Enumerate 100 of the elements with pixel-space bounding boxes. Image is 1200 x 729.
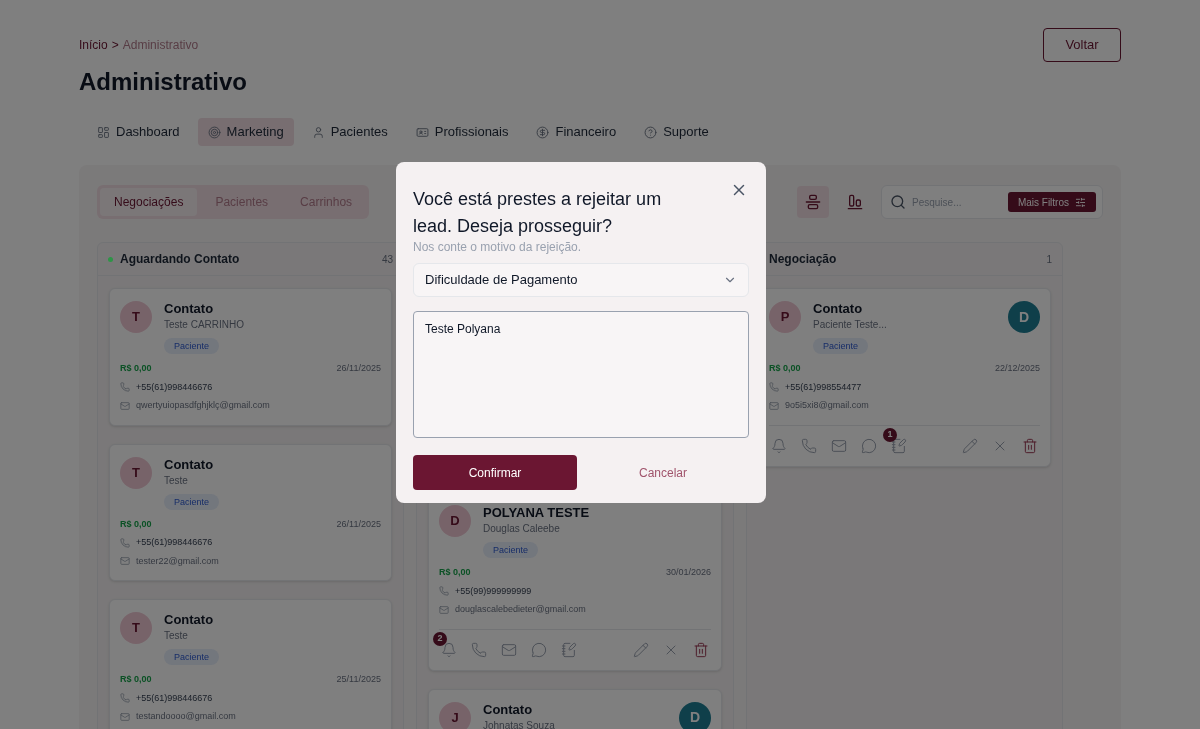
- lead-title: Contato: [164, 456, 214, 473]
- lead-card[interactable]: T Contato Teste Paciente R$ 0,00 26/11/2025 +55(61)998446676 tester22@gmail.com: [109, 443, 392, 581]
- avatar: T: [120, 301, 152, 333]
- lead-name: Teste: [164, 473, 188, 488]
- phone-icon: [120, 693, 130, 704]
- avatar: J: [439, 701, 471, 729]
- email-address: testandoooo@gmail.com: [136, 710, 236, 723]
- phone-icon: [769, 382, 779, 393]
- nav-tab[interactable]: Marketing: [197, 118, 294, 146]
- avatar: D: [439, 505, 471, 537]
- mail-icon: [439, 604, 449, 615]
- assignee-avatar: D: [1008, 301, 1040, 333]
- chat-icon[interactable]: [861, 437, 877, 454]
- breadcrumb-link[interactable]: Início: [79, 36, 108, 54]
- nav-tab[interactable]: Profissionais: [405, 118, 519, 146]
- comment-field[interactable]: Teste Polyana: [413, 311, 749, 438]
- lead-title: Contato: [164, 301, 214, 317]
- cancel-button[interactable]: Cancelar: [633, 459, 693, 486]
- column-count: 43: [381, 252, 393, 267]
- column-title: Negociação: [769, 251, 837, 268]
- dialog-subtitle: Nos conte o motivo da rejeição.: [413, 240, 583, 254]
- email-address: douglascalebedieter@gmail.com: [455, 603, 586, 616]
- phone-number: +55(61)998446676: [136, 536, 213, 549]
- stacked-view-icon: [805, 194, 821, 210]
- lead-title: Contato: [813, 301, 863, 317]
- page-title: Administrativo: [79, 67, 249, 97]
- deal-value: R$ 0,00: [439, 566, 471, 579]
- patient-tag: Paciente: [164, 493, 220, 510]
- lead-title: POLYANA TESTE: [483, 505, 590, 521]
- phone-icon: [120, 537, 130, 548]
- phone-icon[interactable]: [801, 437, 817, 454]
- email-address: tester22@gmail.com: [136, 554, 219, 568]
- dashboard-icon: [97, 125, 110, 139]
- phone-number: +55(99)999999999: [455, 584, 532, 598]
- avatar: P: [769, 301, 801, 333]
- deal-date: 26/11/2025: [336, 517, 381, 531]
- lead-name: Teste: [164, 629, 188, 643]
- deal-value: R$ 0,00: [120, 362, 152, 375]
- trash-icon[interactable]: [693, 641, 709, 658]
- email-address: qwertyuiopasdfghjklç@gmail.com: [136, 399, 270, 412]
- bell-icon[interactable]: [441, 641, 457, 658]
- nav-tab[interactable]: Pacientes: [301, 118, 398, 146]
- phone-icon[interactable]: [471, 641, 487, 658]
- avatar: T: [120, 456, 152, 489]
- phone-icon: [120, 382, 130, 393]
- sliders-icon: [1075, 196, 1086, 208]
- patient-tag: Paciente: [483, 542, 539, 558]
- mail-icon: [769, 400, 779, 411]
- search-icon: [890, 194, 906, 210]
- mail-icon: [120, 556, 130, 567]
- lead-card[interactable]: T Contato Teste Paciente R$ 0,00 25/11/2025 +55(61)998446676 testandoooo@gmail.com: [109, 599, 392, 729]
- notes-icon[interactable]: [891, 437, 907, 454]
- edit-icon[interactable]: [633, 641, 649, 658]
- patient-tag: Paciente: [813, 338, 869, 354]
- mail-icon[interactable]: [831, 437, 847, 454]
- edit-icon[interactable]: [962, 437, 978, 454]
- lead-name: Teste CARRINHO: [164, 318, 244, 332]
- deal-date: 22/12/2025: [994, 362, 1040, 375]
- avatar: T: [120, 612, 152, 644]
- nav-tab[interactable]: Financeiro: [526, 118, 627, 146]
- confirm-button[interactable]: Confirmar: [413, 455, 577, 490]
- deal-value: R$ 0,00: [120, 673, 152, 686]
- breadcrumb-link[interactable]: Administrativo: [122, 36, 199, 54]
- mail-icon[interactable]: [501, 641, 517, 658]
- dollar-icon: [536, 125, 550, 139]
- deal-date: 26/11/2025: [336, 362, 381, 375]
- more-filters-button[interactable]: Mais Filtros: [1007, 192, 1096, 212]
- target-icon: [207, 125, 221, 139]
- back-button[interactable]: Voltar: [1043, 28, 1121, 62]
- phone-icon: [439, 586, 449, 597]
- nav-tab[interactable]: Suporte: [634, 118, 719, 146]
- mail-icon: [120, 711, 130, 722]
- trash-icon[interactable]: [1022, 437, 1038, 454]
- email-address: 9o5i5xi8@gmail.com: [785, 399, 869, 412]
- nav-tab[interactable]: Dashboard: [87, 118, 190, 146]
- patient-tag: Paciente: [164, 338, 220, 354]
- lead-name: Douglas Caleebe: [483, 522, 560, 536]
- deal-value: R$ 0,00: [120, 517, 152, 531]
- lead-title: Contato: [483, 701, 533, 718]
- user-icon: [311, 125, 325, 139]
- column-count: 1: [1046, 252, 1052, 267]
- dialog-title: Você está prestes a rejeitar um lead. Deseja prosseguir?: [413, 188, 663, 238]
- deal-value: R$ 0,00: [769, 362, 801, 375]
- lead-card[interactable]: J Contato Johnatas Souza D: [428, 688, 722, 729]
- segment-tab[interactable]: Negociações: [100, 188, 198, 216]
- view-toggle[interactable]: [797, 186, 829, 218]
- lead-title: Contato: [164, 612, 214, 628]
- columns-view-icon: [847, 194, 863, 210]
- lead-card[interactable]: T Contato Teste CARRINHO Paciente R$ 0,00 26/11/2025 +55(61)998446676 qwertyuiopasdfghjklç@gmail.com: [109, 288, 392, 426]
- notification-badge: 1: [883, 427, 897, 442]
- notes-icon[interactable]: [561, 641, 577, 658]
- chat-icon[interactable]: [531, 641, 547, 658]
- deal-date: 25/11/2025: [336, 673, 381, 686]
- lead-name: Johnatas Souza: [483, 718, 555, 729]
- column-title: Aguardando Contato: [120, 251, 240, 268]
- notification-badge: 2: [433, 631, 447, 646]
- phone-number: +55(61)998446676: [136, 380, 213, 394]
- phone-number: +55(61)998554477: [785, 380, 862, 394]
- reason-select[interactable]: Dificuldade de Pagamento: [413, 263, 749, 297]
- mail-icon: [120, 400, 130, 411]
